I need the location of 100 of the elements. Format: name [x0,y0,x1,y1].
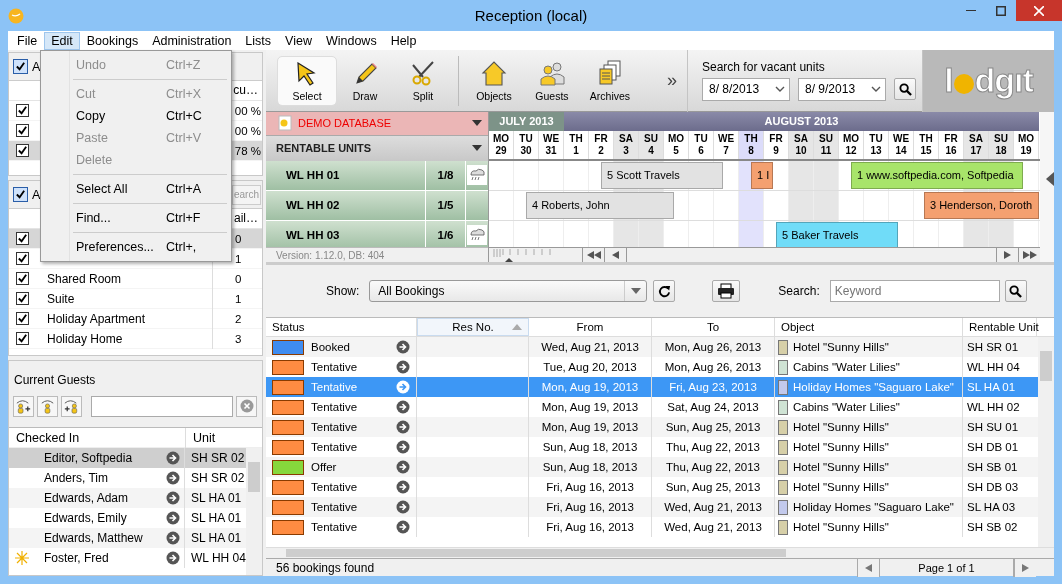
column-header[interactable]: To [652,318,775,336]
arrow-right-icon[interactable] [396,360,410,374]
checkbox[interactable] [16,232,29,245]
day-header[interactable]: SA 3 [614,131,639,159]
toolbar-button[interactable]: Objects [465,56,523,105]
column-header[interactable]: Unit [186,430,216,445]
table-row[interactable]: Suite 1 [9,289,262,309]
filter-dropdown[interactable]: All Bookings [369,280,648,302]
keyword-field[interactable]: Keyword [829,280,1000,302]
arrow-right-icon[interactable] [396,440,410,454]
booking-bar[interactable]: 5 Baker Travels [776,222,898,247]
arrow-right-icon[interactable] [166,451,180,465]
table-row[interactable]: Offer Sun, Aug 18, 2013 Thu, Aug 22, 2013 Hotel "Sunny Hills" SH SB 01 [266,457,1038,477]
arrow-right-icon[interactable] [166,491,180,505]
unit-row[interactable]: WL HH 03 1/6 [266,220,488,247]
booking-bar[interactable]: 3 Henderson, Doroth [924,192,1039,219]
unit-name[interactable]: WL HH 02 [266,190,426,220]
guest-search-field[interactable] [91,395,233,417]
column-header[interactable]: Checked In [9,428,186,448]
table-row[interactable]: Tentative Fri, Aug 16, 2013 Wed, Aug 21, 2013 Hotel "Sunny Hills" SH SB 02 [266,517,1038,537]
unit-row[interactable]: WL HH 02 1/5 [266,190,488,221]
scrollbar[interactable] [266,547,1054,558]
column-header[interactable]: Object [775,318,963,336]
day-header[interactable]: SU 18 [989,131,1014,159]
table-row[interactable]: Shared Room 0 [9,269,262,289]
arrow-right-icon[interactable] [166,531,180,545]
day-header[interactable]: SA 10 [789,131,814,159]
booking-bar[interactable]: 4 Roberts, John [526,192,674,219]
checkbox[interactable] [13,59,28,74]
booking-bar[interactable]: 5 Scott Travels [601,162,723,189]
guest-button[interactable] [37,395,58,417]
menu-item[interactable]: Administration [145,31,239,50]
arrow-right-icon[interactable] [396,480,410,494]
date-picker[interactable]: 8/ 8/2013 [702,77,790,101]
menu-item[interactable]: Edit [44,31,80,50]
menu-item[interactable]: Select All Ctrl+A [43,178,229,200]
scrollbar[interactable] [1038,337,1054,547]
tool-button[interactable]: Select [278,56,336,105]
scrollbar[interactable] [246,448,262,575]
table-row[interactable]: Booked Wed, Aug 21, 2013 Mon, Aug 26, 2013 Hotel "Sunny Hills" SH SR 01 [266,337,1038,357]
refresh-button[interactable] [653,280,676,302]
checkbox[interactable] [13,187,28,202]
next-page-button[interactable] [1014,558,1036,577]
column-header[interactable]: Rentable Unit [963,318,1037,336]
close-button[interactable] [1016,0,1062,21]
clear-button[interactable] [236,395,257,417]
menu-item[interactable]: View [278,31,319,50]
search-button[interactable] [1004,280,1027,302]
date-picker[interactable]: 8/ 9/2013 [798,77,886,101]
previous-page-button[interactable] [857,558,879,577]
booking-bar[interactable]: 1 I [751,162,773,189]
day-header[interactable]: SA 17 [964,131,989,159]
arrow-right-icon[interactable] [396,420,410,434]
table-row[interactable]: Foster, Fred WL HH 04 [9,548,246,568]
column-header[interactable]: Res No. [417,318,529,336]
checkbox[interactable] [16,252,29,265]
checkbox[interactable] [16,272,29,285]
print-button[interactable] [712,280,741,302]
menu-item[interactable]: Help [383,31,424,50]
search-button[interactable] [894,78,916,100]
toolbar-button[interactable]: Archives [581,56,639,105]
checkbox[interactable] [16,124,29,137]
tool-button[interactable]: Split [394,56,452,105]
arrow-right-icon[interactable] [396,460,410,474]
menu-item[interactable]: File [10,31,45,50]
table-row[interactable]: Holiday Apartment 2 [9,309,262,329]
check-out-button[interactable] [61,395,82,417]
menu-item[interactable]: Windows [318,31,384,50]
day-header[interactable]: SU 11 [814,131,839,159]
checkbox[interactable] [16,312,29,325]
table-row[interactable]: Edwards, Matthew SL HA 01 [9,528,246,548]
checkbox[interactable] [16,292,29,305]
unit-name[interactable]: WL HH 01 [266,160,426,190]
menu-item[interactable]: Lists [238,31,279,50]
checkbox[interactable] [16,104,29,117]
slider-thumb[interactable] [503,257,514,262]
arrow-right-icon[interactable] [396,500,410,514]
arrow-right-icon[interactable] [166,551,180,565]
arrow-right-icon[interactable] [166,471,180,485]
scrollbar[interactable] [1040,112,1054,262]
table-row[interactable]: Edwards, Adam SL HA 01 [9,488,246,508]
arrow-right-icon[interactable] [396,520,410,534]
column-header[interactable]: From [529,318,652,336]
checkbox[interactable] [16,144,29,157]
table-row[interactable]: Holiday Home 3 [9,329,262,349]
check-in-button[interactable] [13,395,34,417]
units-header[interactable]: RENTABLE UNITS [266,135,488,161]
table-row[interactable]: Tentative Mon, Aug 19, 2013 Sun, Aug 25, 2013 Hotel "Sunny Hills" SH SU 01 [266,417,1038,437]
checkbox[interactable] [16,332,29,345]
table-row[interactable]: Editor, Softpedia SH SR 02 [9,448,246,468]
first-page-button[interactable] [582,247,604,262]
unit-row[interactable]: WL HH 01 1/8 [266,160,488,191]
booking-bar[interactable]: 1 www.softpedia.com, Softpedia [851,162,1023,189]
table-row[interactable]: Tentative Fri, Aug 16, 2013 Wed, Aug 21, 2013 Holiday Homes "Saguaro Lake" SL HA 03 [266,497,1038,517]
arrow-right-icon[interactable] [396,340,410,354]
menu-item[interactable]: Bookings [79,31,146,50]
arrow-right-icon[interactable] [396,400,410,414]
last-page-button[interactable] [1018,247,1040,262]
arrow-right-icon[interactable] [166,511,180,525]
tool-button[interactable]: Draw [336,56,394,105]
